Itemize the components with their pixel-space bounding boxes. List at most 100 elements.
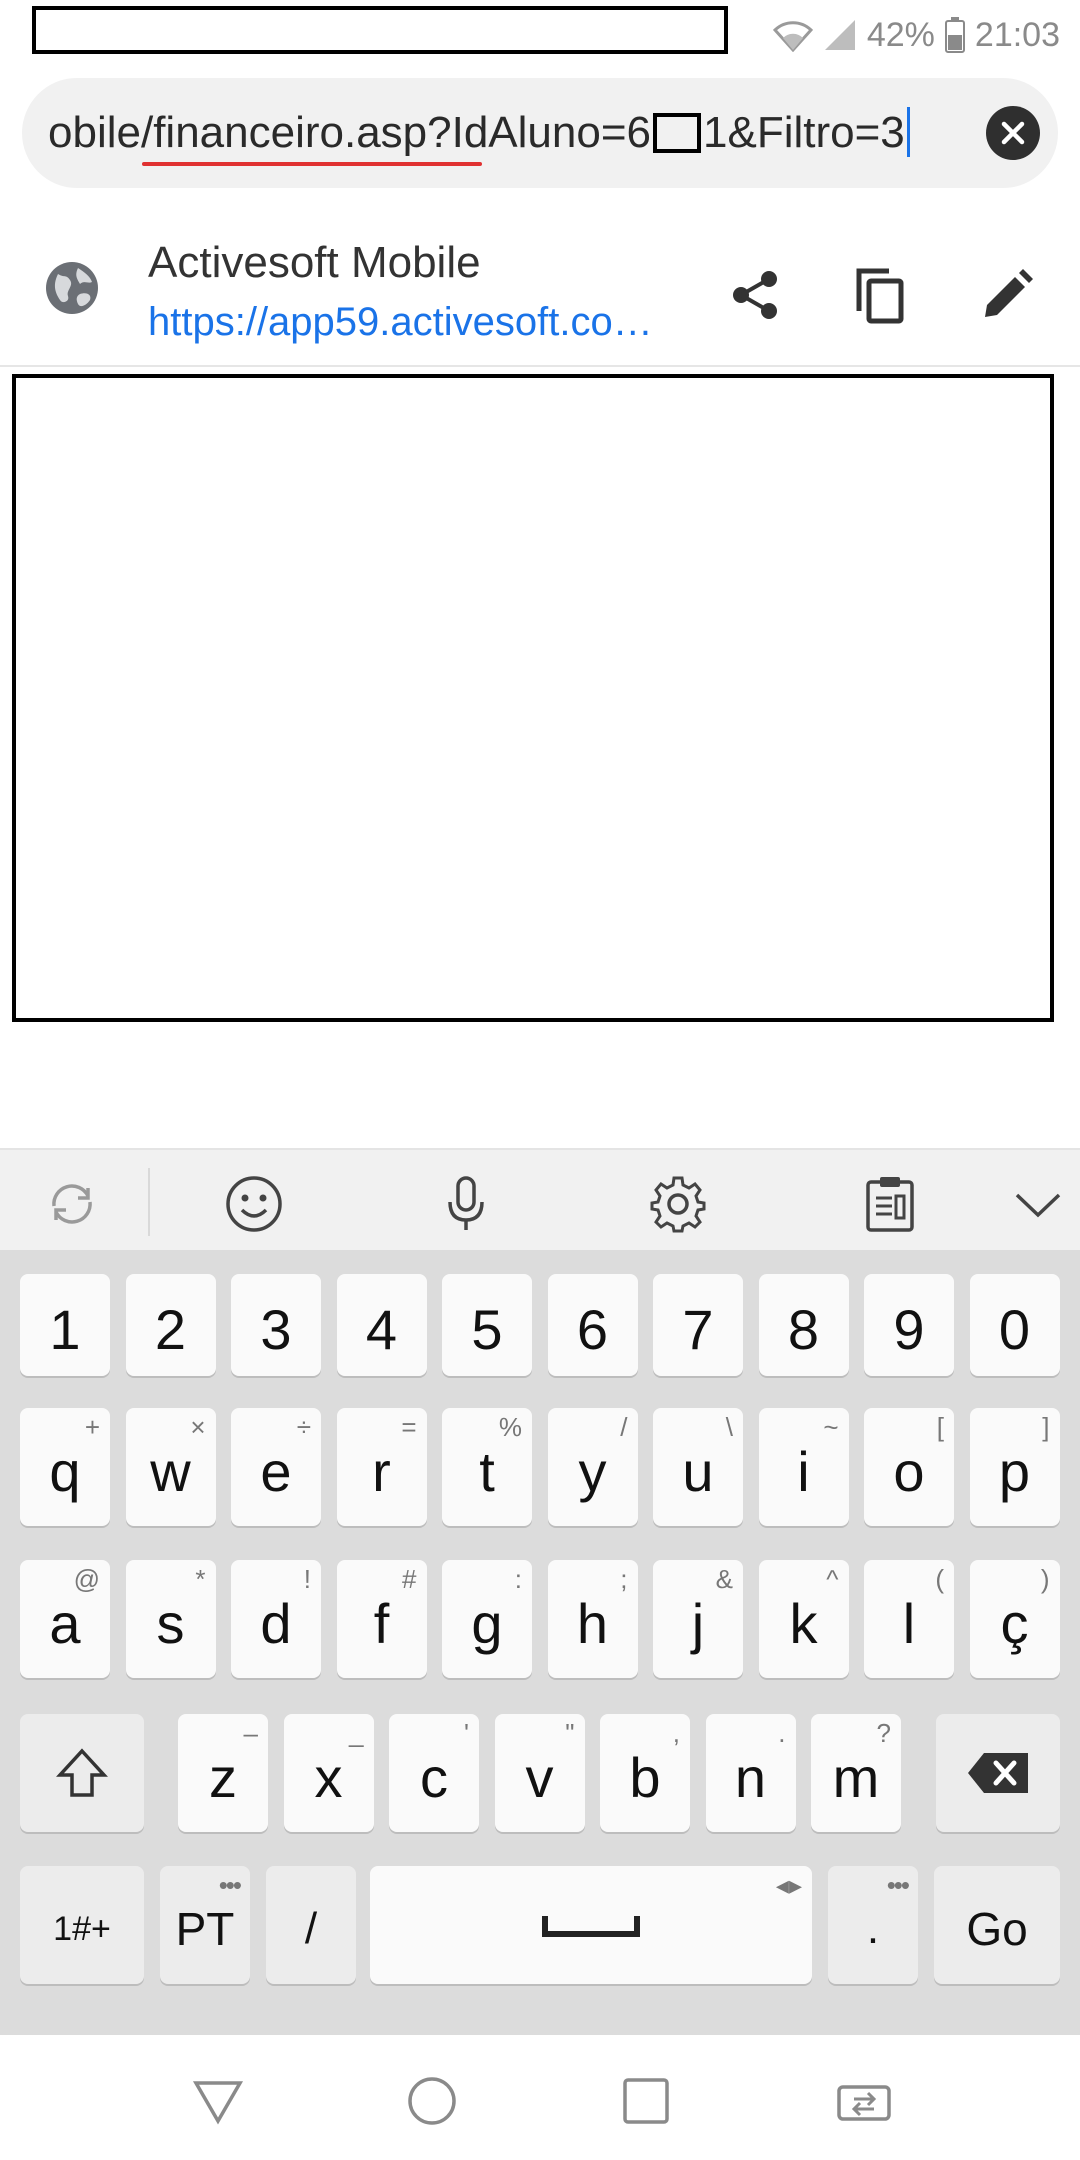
space-bar-icon xyxy=(542,1916,640,1937)
key-secondary-symbol: : xyxy=(514,1564,522,1594)
back-triangle-icon[interactable] xyxy=(190,2073,246,2129)
key-label: 4 xyxy=(365,1297,398,1361)
key-label: 9 xyxy=(893,1297,925,1361)
slash-key[interactable]: / xyxy=(266,1866,356,1984)
backspace-key[interactable] xyxy=(936,1714,1060,1832)
key-o[interactable]: [o xyxy=(864,1408,954,1526)
key-secondary-symbol: ! xyxy=(303,1564,311,1594)
key-4[interactable]: 4 xyxy=(336,1274,427,1376)
key-label: q xyxy=(49,1439,81,1503)
key-d[interactable]: ! d xyxy=(231,1560,321,1678)
key-secondary-symbol: % xyxy=(498,1412,522,1442)
key-w[interactable]: × w xyxy=(125,1408,216,1526)
key-h[interactable]: ; h xyxy=(547,1560,638,1678)
key-1[interactable]: 1 xyxy=(20,1274,110,1376)
navigation-bar xyxy=(0,2035,1080,2160)
key-secondary-symbol: – xyxy=(243,1718,258,1748)
home-circle-icon[interactable] xyxy=(404,2073,460,2129)
settings-gear-icon[interactable] xyxy=(648,1174,708,1234)
key-x[interactable]: _ x xyxy=(283,1714,374,1832)
recents-square-icon[interactable] xyxy=(618,2073,674,2129)
space-key[interactable]: ◂▸ xyxy=(370,1866,812,1984)
key-secondary-symbol: ~ xyxy=(823,1412,839,1442)
symbols-key-label: 1#+ xyxy=(53,1909,111,1948)
key-secondary-symbol: " xyxy=(565,1718,575,1748)
key-v[interactable]: " v xyxy=(494,1714,585,1832)
key-label: u xyxy=(682,1439,714,1503)
sync-icon[interactable] xyxy=(42,1174,102,1234)
symbols-key[interactable]: 1#+ xyxy=(20,1866,144,1984)
key-label: w xyxy=(150,1439,191,1503)
key-label: s xyxy=(156,1591,185,1655)
key-z[interactable]: – z xyxy=(178,1714,268,1832)
key-secondary-symbol: ' xyxy=(464,1718,469,1748)
key-m[interactable]: ? m xyxy=(811,1714,901,1832)
emoji-icon[interactable] xyxy=(224,1174,284,1234)
key-ç[interactable]: ) ç xyxy=(969,1560,1060,1678)
key-label: a xyxy=(49,1591,81,1655)
copy-button[interactable] xyxy=(846,260,916,330)
key-label: y xyxy=(578,1439,607,1503)
spellcheck-underline xyxy=(142,162,482,166)
key-a[interactable]: @ a xyxy=(20,1560,110,1678)
key-2[interactable]: 2 xyxy=(125,1274,216,1376)
key-f[interactable]: # f xyxy=(336,1560,427,1678)
key-secondary-symbol: / xyxy=(620,1412,628,1442)
key-n[interactable]: .n xyxy=(705,1714,796,1832)
key-label: 3 xyxy=(260,1297,292,1361)
key-7[interactable]: 7 xyxy=(653,1274,743,1376)
key-r[interactable]: = r xyxy=(336,1408,427,1526)
key-9[interactable]: 9 xyxy=(864,1274,954,1376)
key-label: g xyxy=(471,1591,503,1655)
key-q[interactable]: + q xyxy=(20,1408,110,1526)
key-c[interactable]: ' c xyxy=(389,1714,479,1832)
key-6[interactable]: 6 xyxy=(547,1274,638,1376)
key-i[interactable]: ~ i xyxy=(758,1408,849,1526)
shift-key[interactable] xyxy=(20,1714,144,1832)
microphone-icon[interactable] xyxy=(436,1174,496,1234)
key-label: e xyxy=(260,1439,292,1503)
key-e[interactable]: ÷ e xyxy=(231,1408,321,1526)
url-bar[interactable]: obile/financeiro.asp?IdAluno=6 1&Filtro=3 xyxy=(22,78,1058,188)
key-y[interactable]: / y xyxy=(547,1408,638,1526)
language-key[interactable]: ••• PT xyxy=(160,1866,250,1984)
key-k[interactable]: ^ k xyxy=(758,1560,849,1678)
key-b[interactable]: ,b xyxy=(600,1714,690,1832)
key-u[interactable]: \ u xyxy=(653,1408,743,1526)
chevron-down-icon[interactable] xyxy=(1008,1174,1068,1234)
switch-app-icon[interactable] xyxy=(836,2073,892,2129)
key-g[interactable]: :g xyxy=(442,1560,532,1678)
clipboard-icon[interactable] xyxy=(860,1174,920,1234)
key-p[interactable]: ] p xyxy=(969,1408,1060,1526)
key-t[interactable]: % t xyxy=(442,1408,532,1526)
url-redaction-box xyxy=(653,113,702,153)
share-button[interactable] xyxy=(720,260,790,330)
key-j[interactable]: & j xyxy=(653,1560,743,1678)
key-secondary-symbol: ( xyxy=(935,1564,944,1594)
key-label: z xyxy=(209,1745,237,1809)
go-key[interactable]: Go xyxy=(934,1866,1060,1984)
key-label: n xyxy=(734,1745,767,1809)
key-label: t xyxy=(479,1439,495,1503)
globe-icon xyxy=(46,262,98,314)
key-3[interactable]: 3 xyxy=(231,1274,321,1376)
key-label: m xyxy=(832,1745,880,1809)
url-text-prefix: obile/financeiro.asp?IdAluno=6 xyxy=(48,108,652,157)
edit-button[interactable] xyxy=(972,260,1042,330)
clear-url-button[interactable] xyxy=(986,106,1040,160)
key-0[interactable]: 0 xyxy=(969,1274,1060,1376)
signal-icon xyxy=(823,18,857,52)
url-input[interactable]: obile/financeiro.asp?IdAluno=6 1&Filtro=3 xyxy=(48,98,958,168)
keyboard: 1234567890 + q × w ÷ e = r% t / y \ u ~ i[o] p @ a * s! d # f… xyxy=(0,1250,1080,2035)
key-8[interactable]: 8 xyxy=(758,1274,849,1376)
language-key-label: PT xyxy=(175,1903,235,1955)
key-5[interactable]: 5 xyxy=(442,1274,532,1376)
key-label: 6 xyxy=(576,1297,609,1361)
key-l[interactable]: (l xyxy=(864,1560,954,1678)
key-label: c xyxy=(420,1745,448,1809)
suggestion-row[interactable]: Activesoft Mobile https://app59.activeso… xyxy=(0,220,1080,367)
clock: 21:03 xyxy=(974,15,1060,54)
period-key[interactable]: •••. xyxy=(828,1866,918,1984)
key-s[interactable]: * s xyxy=(125,1560,216,1678)
key-label: i xyxy=(797,1439,810,1503)
